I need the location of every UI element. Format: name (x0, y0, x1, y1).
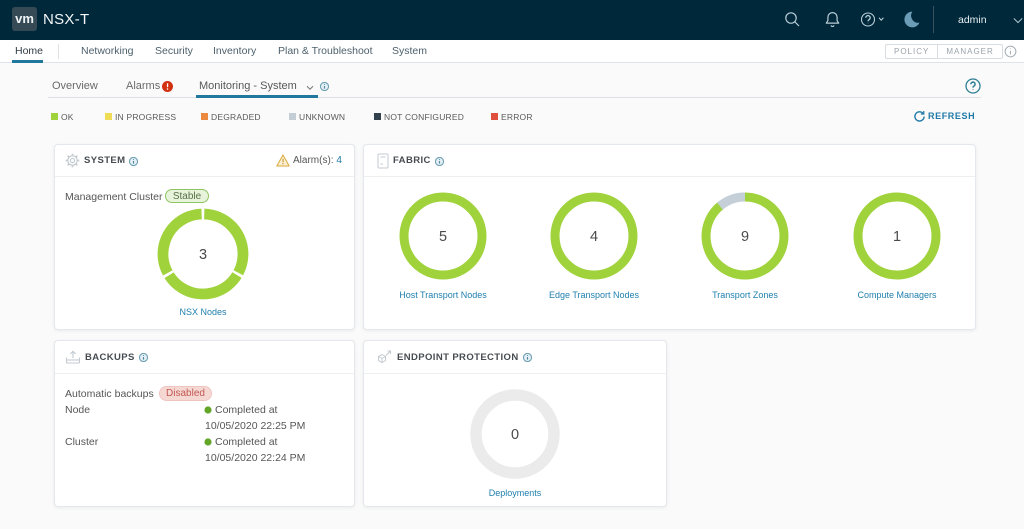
svg-text:4: 4 (590, 229, 598, 245)
svg-text:9: 9 (741, 229, 749, 245)
svg-text:1: 1 (893, 229, 901, 245)
svg-text:5: 5 (439, 229, 447, 245)
svg-text:0: 0 (511, 427, 519, 443)
svg-text:3: 3 (199, 247, 207, 263)
